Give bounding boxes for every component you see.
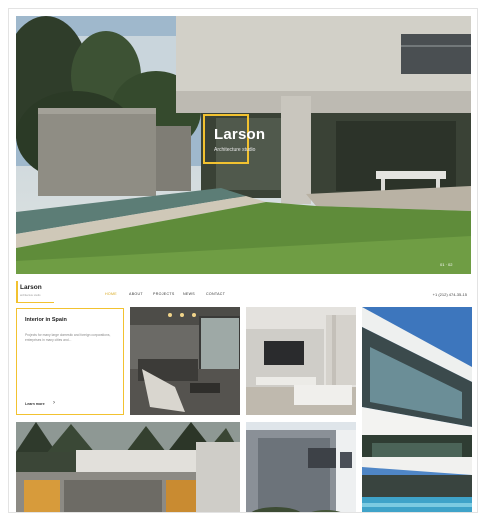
phone-number[interactable]: +1 (212) 474-35-15 [433, 292, 467, 297]
hero-banner: Larson Architecture studio 01 · 02 [16, 16, 471, 274]
card-title: Interior in Spain [25, 317, 67, 323]
project-tile-forest-house[interactable] [16, 422, 240, 512]
nav-item-projects[interactable]: Projects [153, 292, 175, 296]
nav-item-news[interactable]: News [183, 292, 195, 296]
card-description: Projects for many large domestic and for… [25, 333, 111, 342]
main-navigation: Larson architecture studio Home About Pr… [16, 277, 471, 305]
featured-project-card[interactable]: Interior in Spain Projects for many larg… [16, 308, 124, 415]
project-tile-tv-room[interactable] [246, 307, 356, 415]
tv-room-photo [246, 307, 356, 415]
forest-house-photo [16, 422, 240, 512]
page-frame: Larson Architecture studio 01 · 02 Larso… [8, 8, 478, 513]
slide-indicator[interactable]: 01 · 02 [440, 262, 452, 267]
logo-name[interactable]: Larson [20, 284, 42, 291]
cube-house-photo [246, 422, 356, 512]
project-tile-modern-villa[interactable] [362, 307, 472, 512]
learn-more-link[interactable]: Learn more [25, 402, 45, 406]
nav-item-contact[interactable]: Contact [206, 292, 225, 296]
hero-subtitle: Architecture studio [214, 147, 256, 153]
modern-villa-photo [362, 307, 472, 512]
logo-tagline: architecture studio [20, 294, 41, 297]
nav-item-about[interactable]: About [129, 292, 143, 296]
project-tile-cube-house[interactable] [246, 422, 356, 512]
hero-title: Larson [214, 126, 266, 143]
arrow-right-icon[interactable]: › [53, 400, 55, 406]
nav-item-home[interactable]: Home [105, 292, 117, 296]
living-room-photo [130, 307, 240, 415]
project-tile-living-room[interactable] [130, 307, 240, 415]
